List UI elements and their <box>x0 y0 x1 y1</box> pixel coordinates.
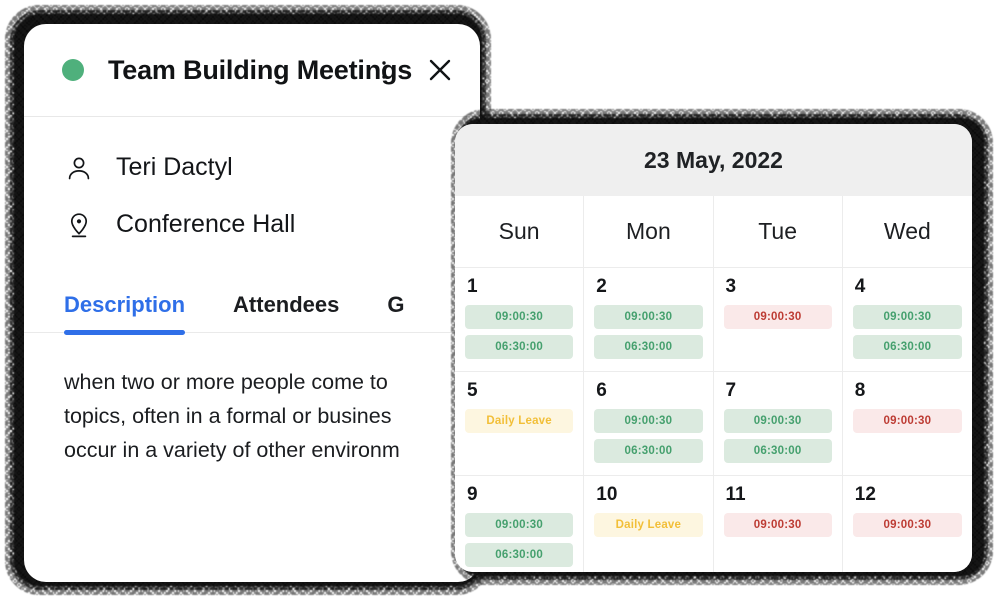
calendar-event-chip[interactable]: 09:00:30 <box>594 305 703 329</box>
calendar-day-grid: 1 09:00:30 06:30:00 2 09:00:30 06:30:00 3 09:00… <box>455 268 972 572</box>
calendar-day-cell[interactable]: 7 09:00:30 06:30:00 <box>713 372 843 476</box>
status-dot <box>62 59 84 81</box>
calendar-day-cell[interactable]: 6 09:00:30 06:30:00 <box>584 372 714 476</box>
page-title: Team Building Meetings <box>108 54 413 85</box>
calendar-day-cell[interactable]: 2 09:00:30 06:30:00 <box>584 268 714 372</box>
calendar-event-chip[interactable]: 06:30:00 <box>594 439 703 463</box>
calendar-event-chip[interactable]: 09:00:30 <box>852 513 962 537</box>
calendar-day-number: 11 <box>725 484 746 505</box>
calendar-day-number: 10 <box>596 484 618 505</box>
organizer-name: Teri Dactyl <box>116 153 233 181</box>
calendar-event-chip[interactable]: 06:30:00 <box>723 439 832 463</box>
description-body: when two or more people come to topics, … <box>24 333 480 467</box>
meeting-detail-card: Team Building Meetings Teri Dactyl Confe… <box>24 24 480 582</box>
calendar-event-chip[interactable]: 09:00:30 <box>852 305 962 329</box>
calendar-event-chip[interactable]: 09:00:30 <box>465 305 574 329</box>
tab-third[interactable]: G <box>387 292 404 332</box>
calendar-event-chip[interactable]: 06:30:00 <box>594 335 703 359</box>
calendar-day-number: 9 <box>467 484 478 505</box>
calendar-day-number: 4 <box>854 276 866 297</box>
calendar-event-chip[interactable]: 06:30:00 <box>465 543 574 567</box>
card-header: Team Building Meetings <box>24 24 480 117</box>
calendar-event-chip[interactable]: Daily Leave <box>594 513 703 537</box>
header-actions <box>370 56 454 84</box>
calendar-event-chip[interactable]: 09:00:30 <box>723 513 832 537</box>
calendar-day-number: 1 <box>467 276 478 297</box>
calendar-event-chip[interactable]: 09:00:30 <box>852 409 962 433</box>
person-icon <box>64 153 94 183</box>
calendar-day-number: 2 <box>596 276 607 297</box>
calendar-day-number: 3 <box>725 276 737 297</box>
calendar-day-cell[interactable]: 9 09:00:30 06:30:00 <box>455 476 585 572</box>
close-icon[interactable] <box>426 56 454 84</box>
more-vertical-icon[interactable] <box>370 56 398 84</box>
calendar-day-number: 8 <box>854 380 866 401</box>
calendar-event-chip[interactable]: 09:00:30 <box>723 409 832 433</box>
calendar-weekday-mon: Mon <box>584 196 714 268</box>
calendar-day-number: 5 <box>467 380 478 401</box>
calendar-title: 23 May, 2022 <box>644 146 783 173</box>
calendar-day-number: 6 <box>596 380 607 401</box>
calendar-weekday-row: Sun Mon Tue Wed <box>455 196 972 268</box>
tab-bar: Description Attendees G <box>24 281 480 335</box>
calendar-event-chip[interactable]: 06:30:00 <box>465 335 574 359</box>
description-line: occur in a variety of other environm <box>64 438 400 462</box>
calendar-event-chip[interactable]: 09:00:30 <box>465 513 574 537</box>
calendar-day-cell[interactable]: 4 09:00:30 06:30:00 <box>842 268 972 372</box>
calendar-event-chip[interactable]: 09:00:30 <box>594 409 703 433</box>
calendar-weekday-tue: Tue <box>713 196 843 268</box>
calendar-day-number: 12 <box>854 484 876 505</box>
calendar-event-chip[interactable]: 06:30:00 <box>852 335 962 359</box>
calendar-event-chip[interactable]: Daily Leave <box>465 409 574 433</box>
calendar-weekday-sun: Sun <box>455 196 585 268</box>
calendar-day-cell[interactable]: 10 Daily Leave <box>584 476 714 572</box>
calendar-day-cell[interactable]: 8 09:00:30 <box>842 372 972 476</box>
calendar-day-cell[interactable]: 11 09:00:30 <box>713 476 843 572</box>
tab-description[interactable]: Description <box>64 292 186 335</box>
calendar-day-cell[interactable]: 3 09:00:30 <box>713 268 843 372</box>
calendar-day-number: 7 <box>725 380 737 401</box>
tab-attendees[interactable]: Attendees <box>233 292 339 332</box>
calendar-day-cell[interactable]: 12 09:00:30 <box>842 476 972 572</box>
location-name: Conference Hall <box>116 210 296 238</box>
calendar-header: 23 May, 2022 <box>455 124 972 196</box>
calendar-day-cell[interactable]: 5 Daily Leave <box>455 372 585 476</box>
description-line: when two or more people come to <box>64 370 388 394</box>
location-row: Conference Hall <box>64 196 480 253</box>
calendar-day-cell[interactable]: 1 09:00:30 06:30:00 <box>455 268 585 372</box>
location-pin-icon <box>64 210 94 240</box>
description-line: topics, often in a formal or busines <box>64 404 392 428</box>
meta-block: Teri Dactyl Conference Hall <box>24 117 480 259</box>
organizer-row: Teri Dactyl <box>64 139 480 196</box>
calendar-event-chip[interactable]: 09:00:30 <box>723 305 832 329</box>
calendar-weekday-wed: Wed <box>842 196 972 268</box>
screenshot-root: Team Building Meetings Teri Dactyl Confe… <box>0 0 1000 610</box>
calendar-panel: 23 May, 2022 Sun Mon Tue Wed 1 09:00:30 06:30… <box>455 124 972 572</box>
